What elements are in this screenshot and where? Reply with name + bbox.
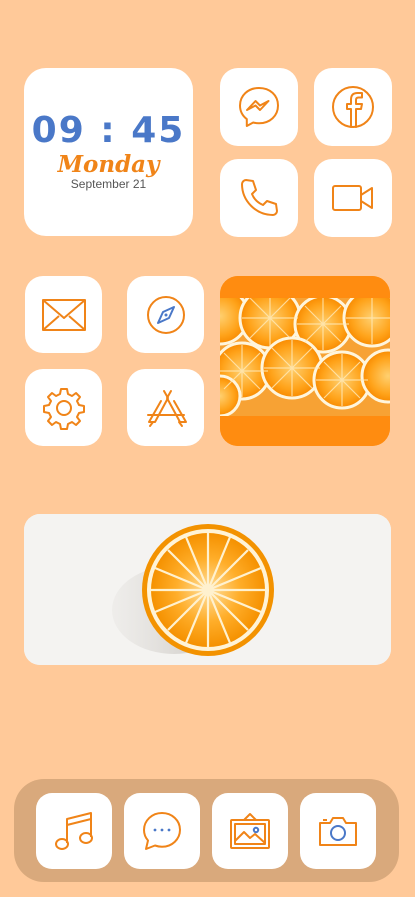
phone-app[interactable] (220, 159, 298, 237)
orange-slices-image (220, 276, 390, 446)
camera-icon (319, 817, 357, 846)
dock (14, 779, 399, 882)
facebook-icon (332, 86, 374, 128)
orange-half-photo-widget[interactable] (24, 514, 391, 665)
app-store-icon (146, 389, 187, 427)
camera-app[interactable] (300, 793, 376, 869)
orange-slices-photo-widget[interactable] (220, 276, 390, 446)
messages-app[interactable] (124, 793, 200, 869)
chat-bubble-icon (143, 812, 181, 850)
video-camera-icon (332, 185, 373, 211)
mail-icon (41, 298, 86, 331)
clock-widget[interactable]: 09 : 45 Monday September 21 (24, 68, 193, 236)
app-store-app[interactable] (127, 369, 204, 446)
mail-app[interactable] (25, 276, 102, 353)
messenger-app[interactable] (220, 68, 298, 146)
settings-gear-icon (42, 387, 85, 430)
compass-icon (146, 295, 185, 334)
facebook-app[interactable] (314, 68, 392, 146)
video-app[interactable] (314, 159, 392, 237)
music-note-icon (55, 812, 93, 850)
gallery-icon (230, 813, 270, 849)
clock-day: Monday (57, 151, 160, 178)
music-app[interactable] (36, 793, 112, 869)
safari-app[interactable] (127, 276, 204, 353)
photos-app[interactable] (212, 793, 288, 869)
clock-time: 09 : 45 (31, 110, 186, 151)
orange-half-image (24, 514, 391, 665)
phone-icon (241, 179, 278, 216)
messenger-icon (239, 87, 279, 127)
settings-app[interactable] (25, 369, 102, 446)
clock-date: September 21 (70, 177, 147, 191)
